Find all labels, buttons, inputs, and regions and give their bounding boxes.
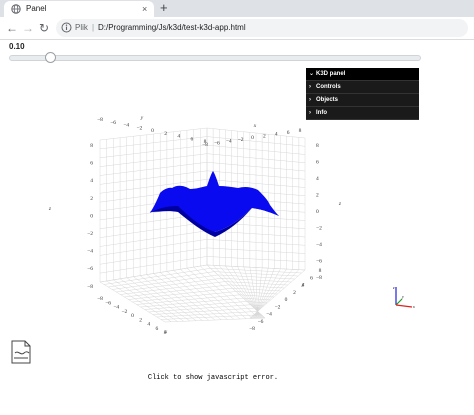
z-axis-label: z	[48, 206, 52, 212]
k3d-plot-canvas[interactable]: 86420−2−4−6−886420−2−4−6−8−8 −6 −4 −2 0 2 4 6 8−…	[0, 100, 474, 360]
forward-button[interactable]: →	[22, 19, 34, 37]
x-axis-label: x	[253, 123, 257, 129]
y-tick-label: −8	[249, 326, 255, 332]
reload-button[interactable]: ↻	[39, 19, 49, 37]
k3d-panel-item-label: Controls	[316, 84, 341, 90]
z-tick-label: 8	[90, 143, 93, 149]
z-axis-label: z	[338, 201, 342, 207]
chevron-right-icon: ›	[309, 97, 311, 103]
x-tick-label: 0	[131, 313, 134, 319]
info-icon[interactable]	[61, 22, 72, 33]
js-error-link[interactable]: Click to show javascript error.	[0, 374, 426, 382]
address-separator: |	[92, 23, 95, 32]
y-tick-label: −2	[136, 125, 142, 131]
x-tick-label: −8	[202, 142, 208, 148]
z-tick-label: 0	[316, 209, 319, 215]
k3d-panel-header[interactable]: ⌄ K3D panel	[306, 68, 419, 81]
x-tick-label: 0	[251, 135, 254, 141]
tab-panel[interactable]: Panel ×	[4, 1, 154, 17]
y-tick-label: −4	[266, 312, 272, 318]
chevron-right-icon: ›	[309, 110, 311, 116]
y-axis-label: y	[140, 115, 144, 121]
y-tick-label: −6	[110, 120, 116, 126]
slider-track[interactable]	[9, 55, 421, 61]
k3d-panel-item-objects[interactable]: › Objects	[306, 94, 419, 107]
z-tick-label: −6	[316, 259, 322, 265]
y-tick-label: 6	[310, 275, 313, 281]
globe-icon	[11, 4, 21, 14]
address-bar[interactable]: Plik | D:/Programming/Js/k3d/test-k3d-ap…	[56, 19, 468, 37]
x-tick-label: 2	[263, 133, 266, 139]
x-tick-label: 4	[147, 322, 150, 328]
y-tick-label: −4	[123, 123, 129, 129]
k3d-panel-item-info[interactable]: › Info	[306, 107, 419, 120]
surface-top	[150, 171, 279, 232]
svg-text:x: x	[412, 304, 415, 309]
z-tick-label: 0	[90, 213, 93, 219]
x-tick-label: 8	[299, 128, 302, 134]
k3d-panel-item-label: Info	[316, 110, 327, 116]
x-tick-label: −6	[214, 140, 220, 146]
y-tick-label: 2	[164, 131, 167, 137]
new-tab-button[interactable]: +	[160, 0, 168, 17]
z-tick-label: 6	[90, 161, 93, 167]
slider-handle[interactable]	[44, 52, 56, 63]
z-tick-label: 8	[316, 143, 319, 149]
z-tick-label: 4	[316, 176, 319, 182]
z-tick-label: −2	[316, 226, 322, 232]
x-axis-label: x	[164, 329, 168, 335]
y-tick-label: −6	[258, 319, 264, 325]
x-tick-label: −2	[238, 137, 244, 143]
x-tick-label: −4	[113, 305, 119, 311]
k3d-panel-title: K3D panel	[316, 71, 346, 77]
z-tick-label: 2	[316, 193, 319, 199]
z-tick-label: −6	[87, 266, 93, 272]
z-tick-label: 2	[90, 196, 93, 202]
tab-close-button[interactable]: ×	[142, 1, 147, 17]
file-icon[interactable]	[10, 340, 32, 364]
z-tick-label: 6	[316, 160, 319, 166]
x-tick-label: −4	[226, 139, 232, 145]
x-tick-label: 6	[287, 130, 290, 136]
tab-title: Panel	[26, 4, 47, 13]
y-tick-label: −2	[275, 304, 281, 310]
k3d-panel-item-controls[interactable]: › Controls	[306, 81, 419, 94]
z-tick-label: −2	[87, 231, 93, 237]
y-tick-label: 6	[191, 136, 194, 142]
chevron-down-icon: ⌄	[309, 71, 315, 77]
address-scheme: Plik	[75, 23, 88, 32]
y-tick-label: 0	[151, 128, 154, 134]
x-tick-label: −8	[97, 296, 103, 302]
x-tick-label: 2	[139, 317, 142, 323]
z-tick-label: 4	[90, 178, 93, 184]
svg-text:y: y	[401, 294, 404, 299]
y-axis-label: y	[301, 282, 305, 288]
address-path: D:/Programming/Js/k3d/test-k3d-app.html	[98, 23, 246, 32]
surface-mesh	[150, 171, 279, 237]
browser-toolbar: ← → ↻ Plik | D:/Programming/Js/k3d/test-…	[0, 17, 474, 40]
x-tick-label: 4	[275, 132, 278, 138]
chevron-right-icon: ›	[309, 84, 311, 90]
axes-orientation-icon: z x y	[392, 285, 415, 309]
x-tick-label: 6	[156, 326, 159, 332]
y-tick-label: 8	[319, 268, 322, 274]
svg-text:z: z	[392, 285, 395, 290]
z-tick-label: −4	[87, 249, 93, 255]
z-tick-label: −8	[87, 284, 93, 290]
z-tick-label: −4	[316, 242, 322, 248]
k3d-panel-item-label: Objects	[316, 97, 339, 103]
z-tick-label: −8	[316, 275, 322, 281]
y-tick-label: 4	[177, 134, 180, 140]
y-tick-label: 0	[285, 297, 288, 303]
y-tick-label: −8	[97, 117, 103, 123]
tab-bar: Panel × +	[0, 0, 474, 17]
x-tick-label: −2	[121, 309, 127, 315]
back-button[interactable]: ←	[6, 19, 18, 37]
y-tick-label: 2	[293, 290, 296, 296]
k3d-panel: ⌄ K3D panel › Controls › Objects › Info	[306, 68, 419, 120]
slider-value: 0.10	[9, 42, 25, 51]
x-tick-label: −6	[105, 300, 111, 306]
